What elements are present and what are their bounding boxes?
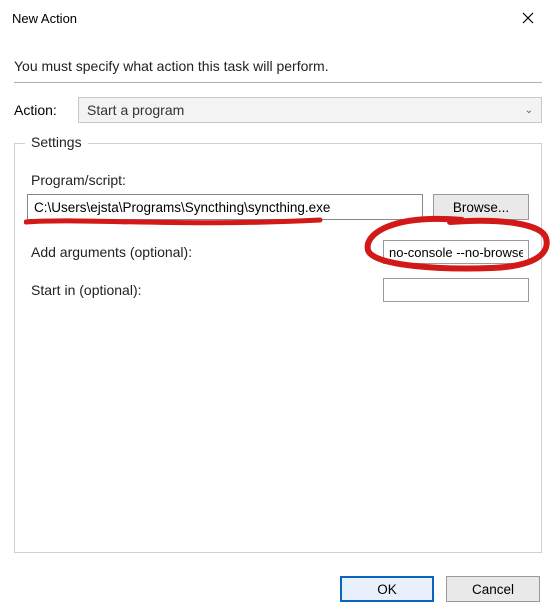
- args-label: Add arguments (optional):: [31, 244, 192, 260]
- action-dropdown[interactable]: Start a program ⌄: [78, 97, 542, 123]
- settings-legend: Settings: [25, 134, 88, 150]
- startin-row: Start in (optional):: [27, 278, 529, 302]
- window-title: New Action: [12, 11, 77, 26]
- program-row: Browse...: [27, 194, 529, 220]
- action-selected: Start a program: [87, 102, 184, 118]
- instruction-text: You must specify what action this task w…: [14, 58, 542, 74]
- close-icon: [522, 12, 534, 24]
- args-input[interactable]: [383, 240, 529, 264]
- dialog-body: You must specify what action this task w…: [0, 32, 556, 553]
- startin-input[interactable]: [383, 278, 529, 302]
- cancel-button[interactable]: Cancel: [446, 576, 540, 602]
- footer: OK Cancel: [0, 565, 556, 613]
- action-label: Action:: [14, 102, 66, 118]
- settings-group: Settings Program/script: Browse... Add a…: [14, 143, 542, 553]
- title-bar: New Action: [0, 0, 556, 32]
- browse-button[interactable]: Browse...: [433, 194, 529, 220]
- close-button[interactable]: [508, 4, 548, 32]
- ok-button[interactable]: OK: [340, 576, 434, 602]
- args-row: Add arguments (optional):: [27, 240, 529, 264]
- program-input[interactable]: [27, 194, 423, 220]
- action-row: Action: Start a program ⌄: [14, 97, 542, 123]
- chevron-down-icon: ⌄: [525, 105, 533, 116]
- startin-label: Start in (optional):: [31, 282, 142, 298]
- divider: [14, 82, 542, 83]
- program-label: Program/script:: [31, 172, 529, 188]
